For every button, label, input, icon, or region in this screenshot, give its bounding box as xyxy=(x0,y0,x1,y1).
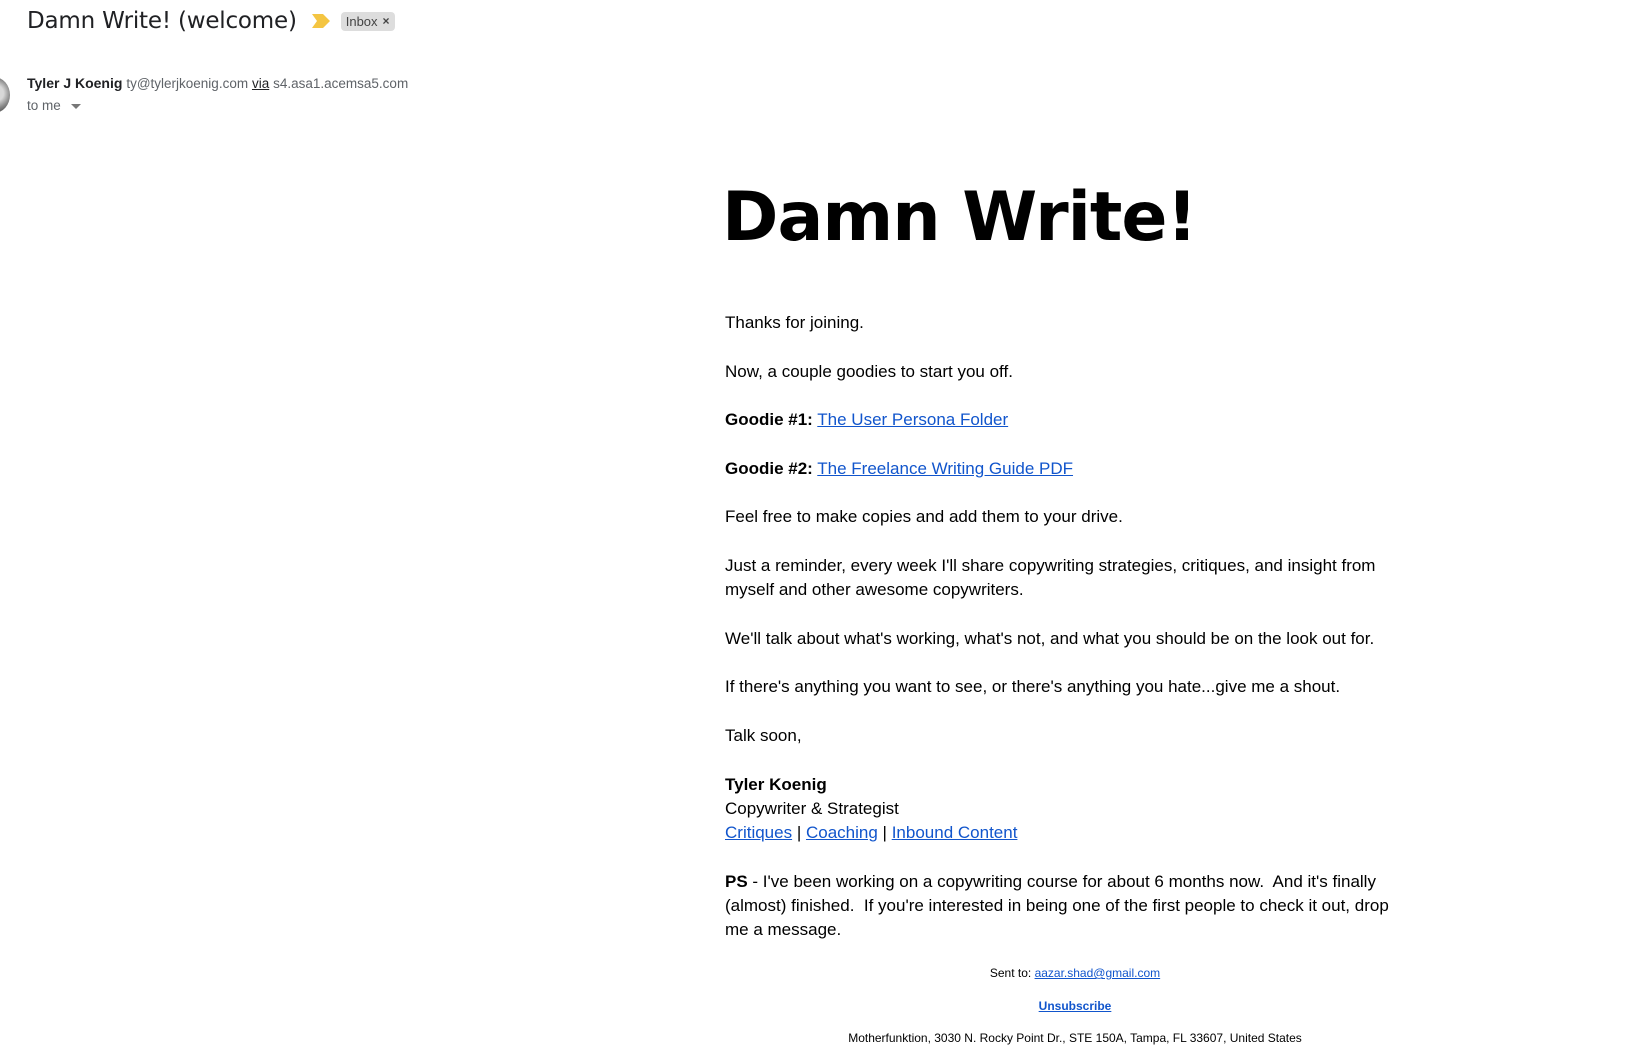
recipient-text: to me xyxy=(27,98,61,113)
goodie-2: Goodie #2: The Freelance Writing Guide P… xyxy=(725,457,1425,481)
paragraph-talk-about: We'll talk about what's working, what's … xyxy=(725,628,1375,648)
coaching-link[interactable]: Coaching xyxy=(806,823,878,842)
goodie-1: Goodie #1: The User Persona Folder xyxy=(725,408,1425,432)
email-footer: Sent to: aazar.shad@gmail.com Unsubscrib… xyxy=(725,964,1425,1062)
recipient-row: to me xyxy=(27,98,81,113)
signature: Tyler Koenig Copywriter & Strategist Cri… xyxy=(725,773,1425,846)
via-domain: s4.asa1.acemsa5.com xyxy=(273,76,409,91)
paragraph-thanks: Thanks for joining. xyxy=(725,313,864,332)
ps-text: - I've been working on a copywriting cou… xyxy=(725,871,1394,940)
via-link[interactable]: via xyxy=(252,76,269,91)
sent-to-email-link[interactable]: aazar.shad@gmail.com xyxy=(1035,966,1161,980)
address-line: Motherfunktion, 3030 N. Rocky Point Dr.,… xyxy=(848,1031,1302,1045)
unsubscribe-line: Unsubscribe xyxy=(725,997,1425,1030)
paragraph-goodies-intro: Now, a couple goodies to start you off. xyxy=(725,361,1013,381)
freelance-writing-guide-link[interactable]: The Freelance Writing Guide PDF xyxy=(817,459,1073,478)
paragraph-copies: Feel free to make copies and add them to… xyxy=(725,507,1123,527)
sender-email: ty@tylerjkoenig.com xyxy=(126,76,249,91)
critiques-link[interactable]: Critiques xyxy=(725,823,792,842)
label-chip-inbox: Inbox × xyxy=(340,11,395,31)
recipient-details-dropdown-icon[interactable] xyxy=(70,104,81,109)
goodie-2-label: Goodie #2: xyxy=(725,458,813,478)
signature-name: Tyler Koenig xyxy=(725,774,827,794)
subject-row: Damn Write! (welcome) Inbox × xyxy=(27,8,395,34)
user-persona-folder-link[interactable]: The User Persona Folder xyxy=(817,410,1008,429)
importance-marker-icon[interactable] xyxy=(311,13,331,29)
unsubscribe-link[interactable]: Unsubscribe xyxy=(1039,999,1112,1013)
paragraph-reminder: Just a reminder, every week I'll share c… xyxy=(725,555,1376,600)
remove-label-icon[interactable]: × xyxy=(383,14,390,28)
inbound-content-link[interactable]: Inbound Content xyxy=(892,823,1018,842)
sender-avatar xyxy=(0,77,10,113)
separator: | xyxy=(882,823,887,843)
sender-row: Tyler J Koenig ty@tylerjkoenig.com via s… xyxy=(27,75,408,91)
sent-to-line: Sent to: aazar.shad@gmail.com xyxy=(725,964,1425,997)
email-heading: Damn Write! xyxy=(722,178,1198,257)
signature-title: Copywriter & Strategist xyxy=(725,798,899,818)
sent-to-label: Sent to: xyxy=(989,966,1035,980)
paragraph-talk-soon: Talk soon, xyxy=(725,726,802,746)
email-content: Thanks for joining. Now, a couple goodie… xyxy=(725,311,1425,967)
sender-name: Tyler J Koenig xyxy=(27,75,123,91)
separator: | xyxy=(796,823,802,843)
email-subject: Damn Write! (welcome) xyxy=(27,8,297,34)
paragraph-ps: PS - I've been working on a copywriting … xyxy=(725,870,1415,943)
ps-label: PS xyxy=(725,871,748,891)
goodie-1-label: Goodie #1: xyxy=(725,410,813,430)
label-chip-text: Inbox xyxy=(345,13,378,29)
paragraph-shout: If there's anything you want to see, or … xyxy=(725,677,1341,697)
